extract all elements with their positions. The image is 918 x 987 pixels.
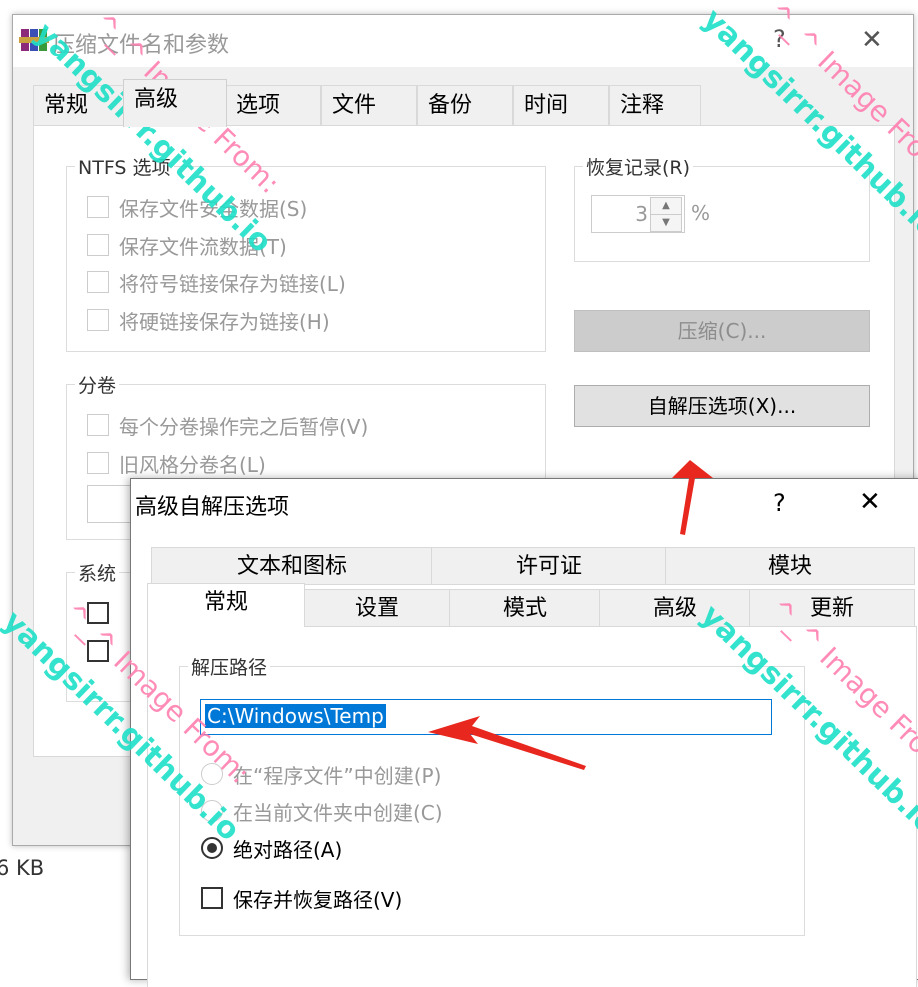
tab-general[interactable]: 常规 — [147, 583, 305, 627]
arrow-to-path-field — [428, 716, 586, 770]
arrow-to-sfx-button — [672, 460, 713, 535]
tab-advanced[interactable]: 高级 — [123, 79, 227, 127]
